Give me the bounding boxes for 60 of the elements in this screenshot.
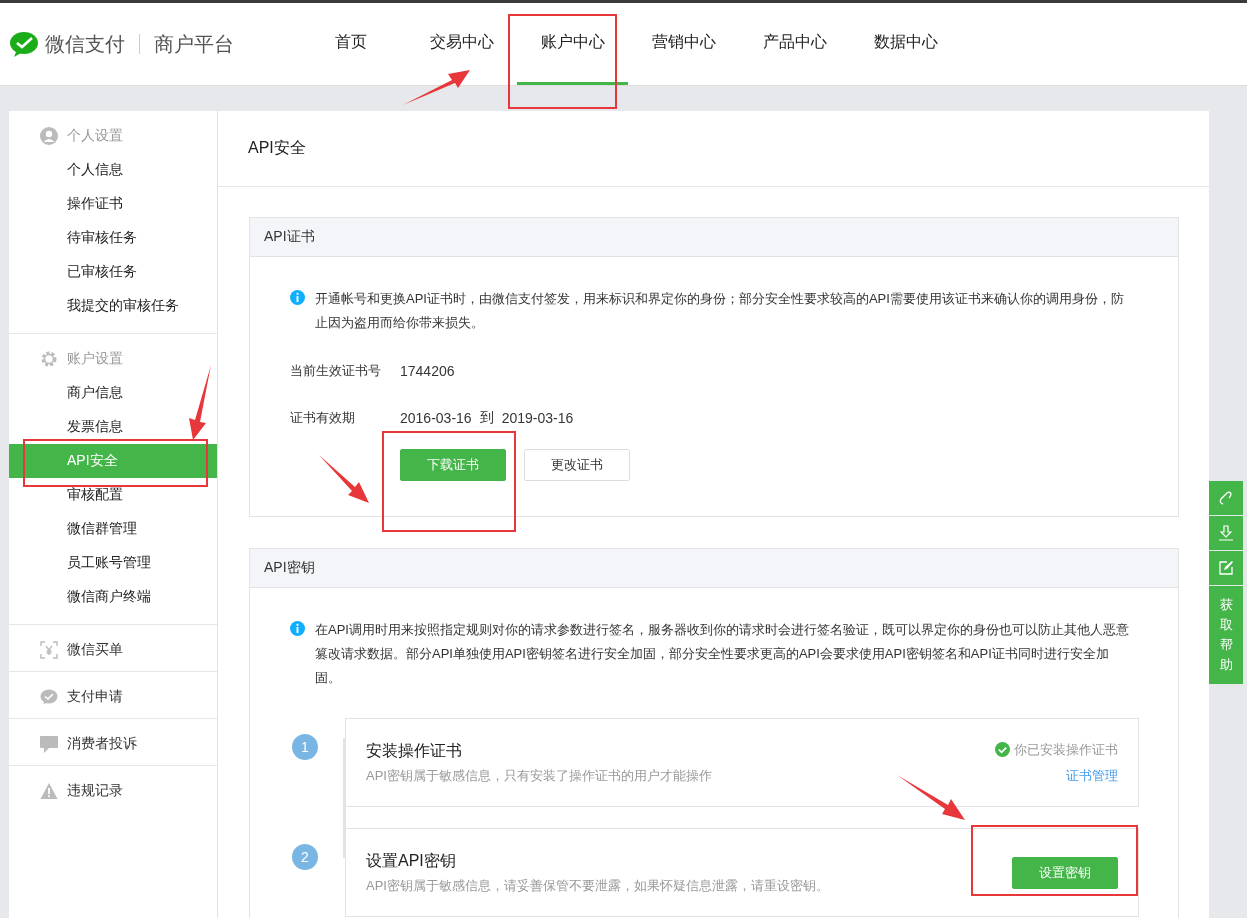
user-icon [40,127,58,145]
sidebar-item[interactable]: 已审核任务 [9,255,217,289]
field-label: 证书有效期 [290,408,356,427]
notice-text: 在API调用时用来按照指定规则对你的请求参数进行签名，服务器收到你的请求时会进行签名验证，既可以界定你的身份也可以防止其他人恶意篡改请求数据。部分API单独使用API密钥签名进行安全加固，部分安全性要求更高的API会要求使用API密钥签名和API证书同时进行安全加固。 [315,621,1130,687]
page-title: API安全 [248,138,306,158]
step-description: API密钥属于敏感信息，请妥善保管不要泄露，如果怀疑信息泄露，请重设密钥。 [366,876,829,895]
warning-icon [40,782,58,800]
sidebar-item[interactable]: 消费者投诉 [67,735,137,753]
step-title: 设置API密钥 [366,850,457,871]
info-icon [290,290,305,305]
card-title: API密钥 [264,559,315,577]
sidebar-item[interactable]: 违规记录 [67,782,123,800]
chat-bubble-logo-icon [9,31,39,57]
annotation-arrow [897,775,965,820]
link-icon[interactable] [1209,481,1243,515]
sidebar-item[interactable]: 员工账号管理 [9,546,217,580]
check-circle-icon [995,742,1010,757]
sidebar-item[interactable]: 支付申请 [67,688,123,706]
sidebar-item[interactable]: 商户信息 [9,376,217,410]
field-value: 2016-03-16 [400,409,472,426]
sidebar-item[interactable]: 审核配置 [9,478,217,512]
sidebar-item[interactable]: 待审核任务 [9,221,217,255]
card-title: API证书 [264,228,315,246]
status-text: 你已安装操作证书 [1014,740,1118,759]
step-number: 2 [290,842,320,872]
annotation-arrow [319,455,369,503]
nav-tab[interactable]: 交易中心 [406,3,517,85]
step-description: API密钥属于敏感信息，只有安装了操作证书的用户才能操作 [366,766,712,785]
section-heading: 账户设置 [67,350,123,368]
check-bubble-icon [40,688,58,706]
nav-tab[interactable]: 账户中心 [517,3,628,85]
step-title: 安装操作证书 [366,740,463,761]
step-number: 1 [290,732,320,762]
nav-tab[interactable]: 营销中心 [628,3,739,85]
nav-tab[interactable]: 首页 [295,3,406,85]
sidebar-item[interactable]: 个人信息 [9,153,217,187]
yen-scan-icon [40,641,58,659]
field-value: 1744206 [400,362,455,379]
sidebar-item[interactable]: 操作证书 [9,187,217,221]
product-name: 商户平台 [154,31,234,57]
edit-icon[interactable] [1209,551,1243,585]
section-heading: 个人设置 [67,127,123,145]
field-value: 到 [479,408,494,427]
brand-name: 微信支付 [45,31,125,57]
annotation-arrow [403,70,470,105]
field-value: 2019-03-16 [501,409,574,426]
sidebar-item[interactable]: 我提交的审核任务 [9,289,217,323]
notice-text: 开通帐号和更换API证书时，由微信支付签发，用来标识和界定你的身份；部分安全性要求较高的API需要使用该证书来确认你的调用身份，防止因为盗用而给你带来损失。 [315,290,1125,332]
info-icon [290,621,305,636]
speech-bubble-icon [40,735,58,753]
sidebar-item[interactable]: 微信商户终端 [9,580,217,614]
gear-icon [40,350,58,368]
nav-tab[interactable]: 产品中心 [739,3,850,85]
sidebar-item[interactable]: 微信买单 [67,641,123,659]
nav-tab[interactable]: 数据中心 [850,3,961,85]
field-label: 当前生效证书号 [290,361,382,380]
download-icon[interactable] [1209,516,1243,550]
sidebar-item[interactable]: 微信群管理 [9,512,217,546]
sidebar-item[interactable]: 发票信息 [9,410,217,444]
change-button[interactable]: 更改证书 [524,449,630,481]
